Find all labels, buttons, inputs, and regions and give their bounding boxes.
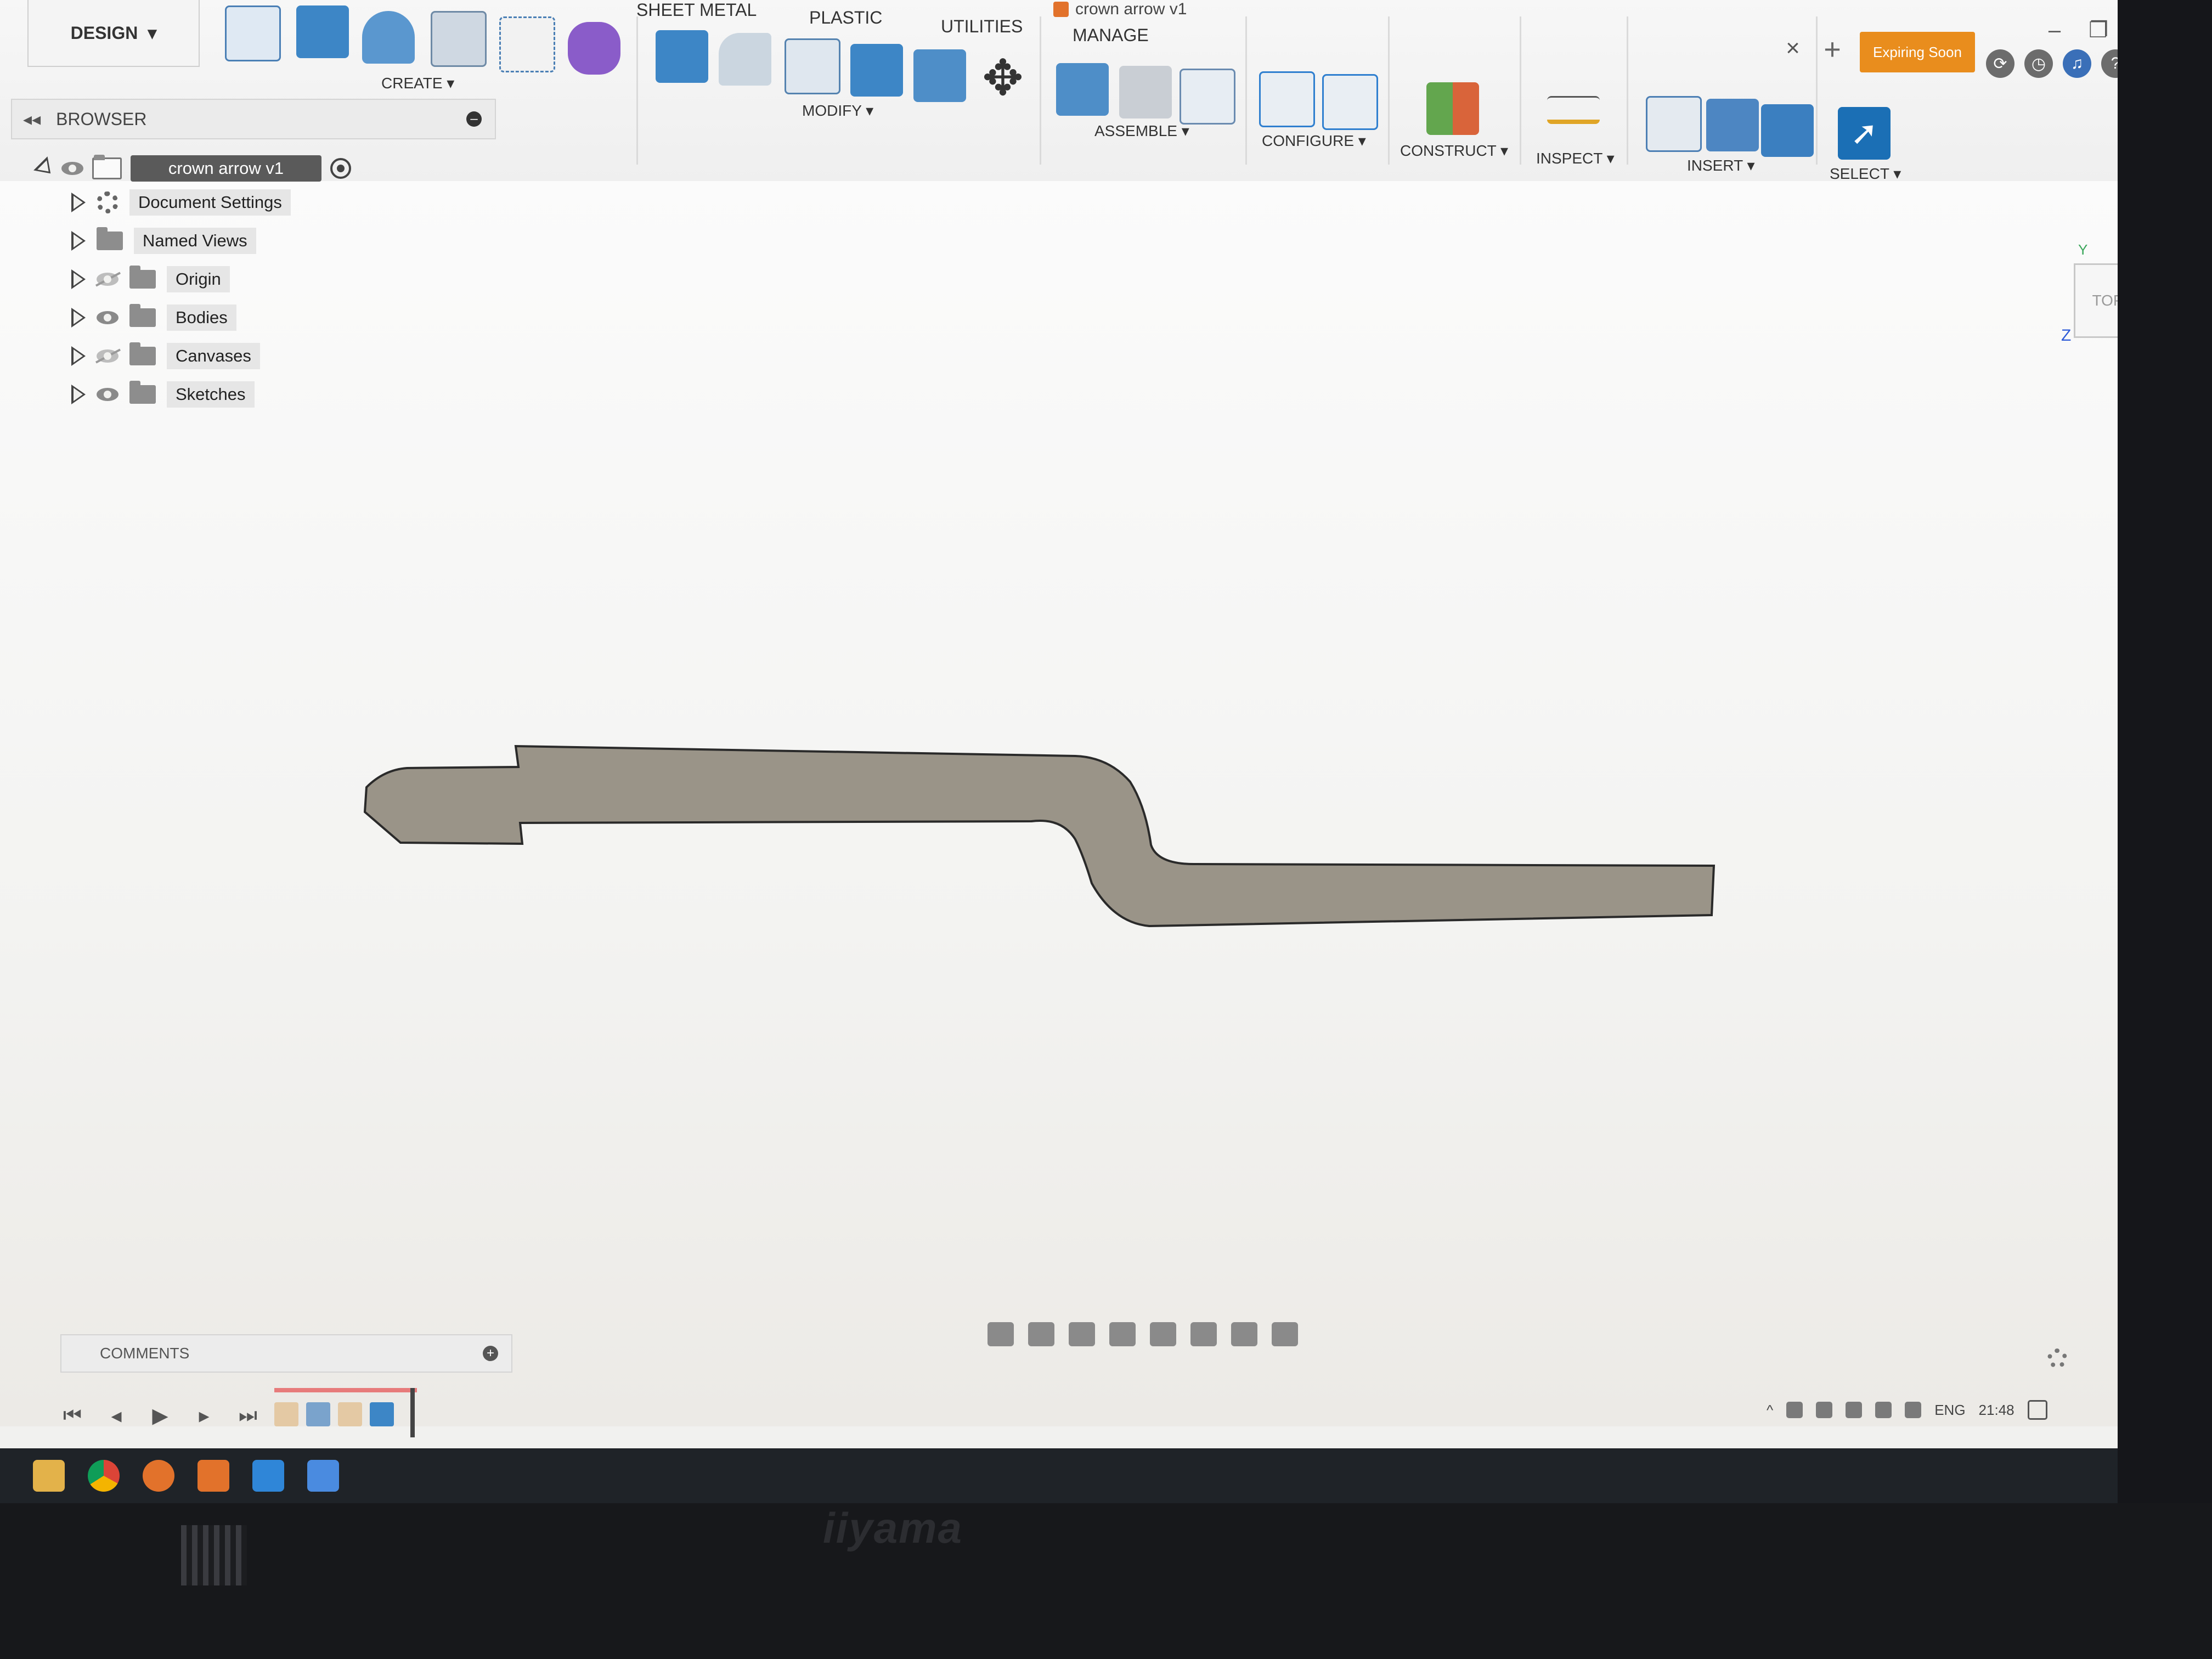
meet-now-icon[interactable] <box>1816 1402 1833 1418</box>
file-explorer-icon[interactable] <box>33 1460 65 1492</box>
browser-item-label: Document Settings <box>129 189 291 216</box>
step-forward-icon[interactable]: ▸ <box>192 1403 216 1427</box>
timeline-canvas-icon[interactable] <box>306 1402 330 1426</box>
axis-z-label: Z <box>2061 326 2072 345</box>
monitor-brand-logo: iiyama <box>823 1504 963 1552</box>
expand-arrow-icon[interactable] <box>71 308 86 328</box>
browser-item-label: Canvases <box>167 343 260 369</box>
expand-arrow-icon[interactable] <box>71 231 86 251</box>
timeline-settings-gear-icon[interactable] <box>2047 1348 2067 1368</box>
folder-icon <box>129 381 156 404</box>
expand-arrow-icon[interactable] <box>71 193 86 212</box>
language-indicator[interactable]: ENG <box>1934 1402 1965 1419</box>
browser-item-sketches[interactable]: Sketches <box>71 377 255 411</box>
folder-icon <box>129 304 156 327</box>
go-to-end-icon[interactable]: ⏭ <box>236 1403 260 1427</box>
outlook-icon[interactable] <box>307 1460 339 1492</box>
qr-code-sticker <box>181 1525 247 1585</box>
view-cube[interactable]: TOP <box>2074 263 2118 338</box>
expand-arrow-icon[interactable] <box>71 346 86 366</box>
timeline-sketch-icon[interactable] <box>274 1402 298 1426</box>
browser-item-label: Origin <box>167 266 230 292</box>
activate-component-icon[interactable] <box>330 158 351 179</box>
browser-item-label: Sketches <box>167 381 255 408</box>
network-icon[interactable] <box>1846 1402 1863 1418</box>
browser-item-origin[interactable]: Origin <box>71 262 230 296</box>
display-settings-icon[interactable] <box>1190 1322 1217 1346</box>
clock-time[interactable]: 21:48 <box>1979 1402 2015 1419</box>
system-tray: ^ ENG 21:48 <box>1767 1393 2047 1426</box>
browser-item-label: Bodies <box>167 304 236 331</box>
crown-arrow-body[interactable] <box>363 744 1716 928</box>
folder-icon <box>97 227 123 250</box>
timeline-controls: ⏮ ◂ ▶ ▸ ⏭ <box>60 1393 260 1437</box>
chevron-up-icon[interactable]: ^ <box>1767 1402 1773 1419</box>
step-back-icon[interactable]: ◂ <box>104 1403 128 1427</box>
collapse-browser-icon[interactable]: ◂◂ <box>23 109 41 129</box>
sketch-canvas <box>363 744 1716 928</box>
comments-panel[interactable]: COMMENTS + <box>60 1334 512 1373</box>
expand-arrow-icon[interactable] <box>71 385 86 404</box>
navigation-bar <box>988 1317 1306 1352</box>
visibility-eye-icon[interactable] <box>61 162 83 175</box>
folder-icon <box>129 266 156 289</box>
display-icon[interactable] <box>1905 1402 1922 1418</box>
axis-y-label: Y <box>2078 241 2088 258</box>
taskbar <box>0 1448 2118 1503</box>
app-launcher-icon[interactable] <box>252 1460 284 1492</box>
monitor-bezel <box>0 1503 2212 1659</box>
folder-icon <box>129 342 156 365</box>
play-icon[interactable]: ▶ <box>148 1403 172 1427</box>
browser-title: BROWSER <box>56 109 147 129</box>
add-comment-icon[interactable]: + <box>483 1346 498 1361</box>
hidden-eye-icon[interactable] <box>97 349 119 363</box>
browser-item-label: Named Views <box>134 228 256 254</box>
look-at-icon[interactable] <box>1028 1322 1054 1346</box>
fit-window-icon[interactable] <box>1150 1322 1176 1346</box>
visibility-eye-icon[interactable] <box>97 388 119 401</box>
view-cube-face-label: TOP <box>2092 292 2118 309</box>
chrome-icon[interactable] <box>88 1460 120 1492</box>
browser-item-document-settings[interactable]: Document Settings <box>71 185 291 219</box>
timeline-sketch-icon[interactable] <box>338 1402 362 1426</box>
monitor-side-bezel <box>2118 0 2212 1659</box>
timeline-features <box>274 1388 417 1436</box>
pan-hand-icon[interactable] <box>1069 1322 1095 1346</box>
orbit-icon[interactable] <box>988 1322 1014 1346</box>
cloud-icon[interactable] <box>1786 1402 1803 1418</box>
minimize-browser-icon[interactable]: – <box>466 111 482 127</box>
timeline-marker[interactable] <box>410 1388 415 1437</box>
browser-item-bodies[interactable]: Bodies <box>71 301 236 335</box>
gear-icon <box>97 191 119 213</box>
browser-item-canvases[interactable]: Canvases <box>71 339 260 373</box>
slicer-app-icon[interactable] <box>143 1460 174 1492</box>
browser-root-node[interactable]: crown arrow v1 <box>33 151 351 186</box>
viewports-icon[interactable] <box>1272 1322 1298 1346</box>
zoom-icon[interactable] <box>1109 1322 1136 1346</box>
browser-panel-header[interactable]: ◂◂ BROWSER – <box>11 99 496 139</box>
browser-item-named-views[interactable]: Named Views <box>71 224 256 258</box>
visibility-eye-icon[interactable] <box>97 311 119 324</box>
hidden-eye-icon[interactable] <box>97 273 119 286</box>
component-icon <box>92 155 122 179</box>
timeline-extrude-icon[interactable] <box>370 1402 394 1426</box>
root-component-label[interactable]: crown arrow v1 <box>131 155 321 182</box>
fusion-app-icon[interactable] <box>198 1460 229 1492</box>
expand-arrow-icon[interactable] <box>71 269 86 289</box>
go-to-start-icon[interactable]: ⏮ <box>60 1403 84 1427</box>
grid-settings-icon[interactable] <box>1231 1322 1257 1346</box>
volume-icon[interactable] <box>1875 1402 1892 1418</box>
notification-center-icon[interactable] <box>2027 1400 2047 1420</box>
comments-title: COMMENTS <box>100 1345 190 1362</box>
fusion-window: DESIGN ▾ SHEET METAL PLASTIC UTILITIES M… <box>0 0 2118 1448</box>
